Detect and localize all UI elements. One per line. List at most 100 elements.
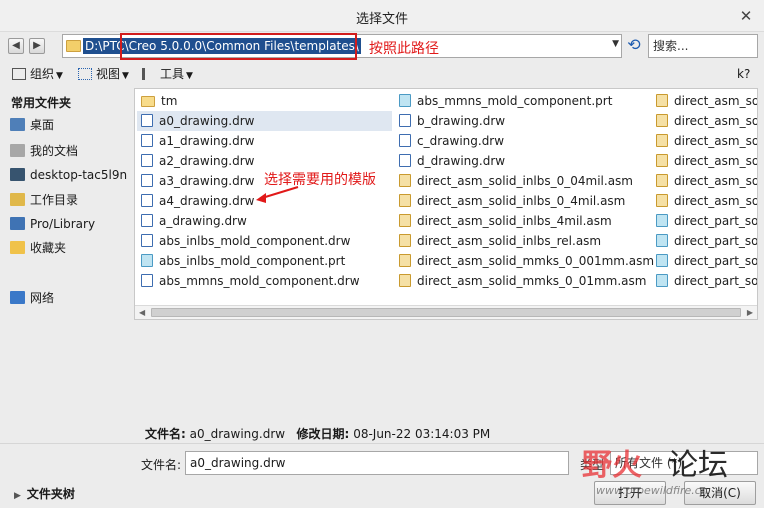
file-item[interactable]: direct_asm_so <box>652 171 758 191</box>
file-item[interactable]: direct_asm_so <box>652 91 757 111</box>
asm-file-icon <box>656 154 668 167</box>
tools-label: 工具 <box>160 67 185 81</box>
file-name: direct_asm_so <box>674 154 758 168</box>
sidebar-item[interactable]: 网络 <box>10 288 54 308</box>
file-item[interactable]: direct_asm_so <box>652 191 757 211</box>
file-item[interactable]: d_drawing.drw <box>395 151 650 171</box>
file-list[interactable]: tm a0_drawing.drw a1_drawing.drw a2_drawing… <box>134 88 758 320</box>
drw-file-icon <box>141 194 153 207</box>
asm-file-icon <box>656 194 668 207</box>
file-item[interactable]: a2_drawing.drw <box>137 151 392 171</box>
view-menu[interactable]: 视图 ▼ <box>78 65 129 83</box>
file-item[interactable]: direct_part_so <box>652 231 758 251</box>
filename-input[interactable]: a0_drawing.drw <box>185 451 569 475</box>
file-item[interactable]: direct_asm_solid_inlbs_4mil.asm <box>395 211 650 231</box>
file-item[interactable]: a1_drawing.drw <box>137 131 392 151</box>
info-filename-label: 文件名: <box>145 427 186 441</box>
prt-file-icon <box>656 214 668 227</box>
drw-file-icon <box>141 174 153 187</box>
address-path[interactable]: D:\PTC\Creo 5.0.0.0\Common Files\templat… <box>83 38 361 54</box>
address-bar[interactable]: D:\PTC\Creo 5.0.0.0\Common Files\templat… <box>62 34 622 58</box>
forward-button[interactable]: ▶ <box>29 38 45 54</box>
file-item[interactable]: a0_drawing.drw <box>137 111 392 131</box>
file-item[interactable]: direct_asm_so <box>652 131 757 151</box>
sidebar-item-label: Pro/Library <box>30 217 96 231</box>
prt-file-icon <box>656 274 668 287</box>
file-name: a1_drawing.drw <box>159 134 255 148</box>
help-button[interactable]: k? <box>737 65 750 83</box>
chevron-down-icon[interactable]: ▼ <box>612 39 619 49</box>
view-icon <box>78 68 92 80</box>
chevron-right-icon: ▶ <box>14 491 21 501</box>
file-item[interactable]: b_drawing.drw <box>395 111 650 131</box>
sidebar-item-label: 桌面 <box>30 118 55 132</box>
file-name: a2_drawing.drw <box>159 154 255 168</box>
file-item[interactable]: abs_mmns_mold_component.prt <box>395 91 650 111</box>
search-input[interactable]: 搜索... <box>648 34 758 58</box>
asm-file-icon <box>656 134 668 147</box>
prt-file-icon <box>656 234 668 247</box>
info-filename-value: a0_drawing.drw <box>189 427 286 441</box>
file-item[interactable]: direct_asm_solid_mmks_0_001mm.asm <box>395 251 654 271</box>
file-name: direct_asm_solid_inlbs_0_04mil.asm <box>417 174 633 188</box>
file-name: direct_part_so <box>674 254 758 268</box>
file-item[interactable]: c_drawing.drw <box>395 131 650 151</box>
open-button[interactable]: 打开 <box>594 481 666 505</box>
asm-file-icon <box>399 214 411 227</box>
asm-file-icon <box>656 94 668 107</box>
cancel-button[interactable]: 取消(C) <box>684 481 756 505</box>
info-modified-label: 修改日期: <box>296 427 350 441</box>
sidebar-item[interactable]: 收藏夹 <box>10 238 66 258</box>
file-item[interactable]: abs_mmns_mold_component.drw <box>137 271 392 291</box>
file-name: abs_inlbs_mold_component.prt <box>159 254 346 268</box>
organize-menu[interactable]: 组织 ▼ <box>12 65 63 83</box>
file-item[interactable]: direct_part_so <box>652 251 758 271</box>
sidebar-item[interactable]: 工作目录 <box>10 190 78 210</box>
back-button[interactable]: ◀ <box>8 38 24 54</box>
file-name: direct_part_so <box>674 234 758 248</box>
sidebar-item[interactable]: desktop-tac5l9n <box>10 165 127 185</box>
scrollbar-thumb[interactable] <box>151 308 741 317</box>
file-item[interactable]: direct_asm_so <box>652 111 757 131</box>
horizontal-scrollbar[interactable]: ◀ ▶ <box>135 305 757 319</box>
organize-icon <box>12 68 26 80</box>
file-name: direct_asm_solid_mmks_0_001mm.asm <box>417 254 655 268</box>
folder-icon <box>141 96 155 107</box>
asm-file-icon <box>399 254 411 267</box>
sidebar-item-label: 我的文档 <box>30 144 79 158</box>
sidebar-item[interactable]: Pro/Library <box>10 214 95 234</box>
asm-file-icon <box>399 194 411 207</box>
sidebar-item[interactable]: 桌面 <box>10 115 54 135</box>
file-item[interactable]: direct_part_so <box>652 271 757 291</box>
drw-file-icon <box>141 114 153 127</box>
annotation-arrow <box>256 186 299 203</box>
asm-file-icon <box>656 174 668 187</box>
favorites-icon <box>10 241 25 254</box>
sidebar-item[interactable]: 我的文档 <box>10 141 78 161</box>
close-button[interactable]: ✕ <box>736 6 756 26</box>
file-name: direct_asm_so <box>674 174 758 188</box>
file-item[interactable]: direct_asm_solid_inlbs_0_4mil.asm <box>395 191 650 211</box>
drw-file-icon <box>399 154 411 167</box>
file-item[interactable]: direct_asm_solid_inlbs_0_04mil.asm <box>395 171 650 191</box>
path-annotation: 按照此路径 <box>369 41 439 57</box>
sidebar-item-label: 工作目录 <box>30 193 79 207</box>
asm-file-icon <box>399 174 411 187</box>
chevron-down-icon: ▼ <box>122 71 129 81</box>
file-name: a_drawing.drw <box>159 214 247 228</box>
scroll-left-icon[interactable]: ◀ <box>139 308 145 317</box>
tools-menu[interactable]: 工具 ▼ <box>142 65 193 83</box>
folder-tree-toggle[interactable]: ▶ 文件夹树 <box>14 485 75 502</box>
file-item[interactable]: direct_part_so <box>652 211 757 231</box>
network-icon <box>10 291 25 304</box>
type-select[interactable]: 所有文件 (*) <box>610 451 758 475</box>
file-item[interactable]: abs_inlbs_mold_component.drw <box>137 231 392 251</box>
refresh-button[interactable]: ⟲ <box>624 34 644 58</box>
scroll-right-icon[interactable]: ▶ <box>747 308 753 317</box>
file-item[interactable]: abs_inlbs_mold_component.prt <box>137 251 392 271</box>
file-item[interactable]: direct_asm_solid_mmks_0_01mm.asm <box>395 271 650 291</box>
file-item[interactable]: direct_asm_so <box>652 151 758 171</box>
file-item[interactable]: tm <box>137 91 392 111</box>
file-item[interactable]: direct_asm_solid_inlbs_rel.asm <box>395 231 650 251</box>
file-item[interactable]: a_drawing.drw <box>137 211 392 231</box>
